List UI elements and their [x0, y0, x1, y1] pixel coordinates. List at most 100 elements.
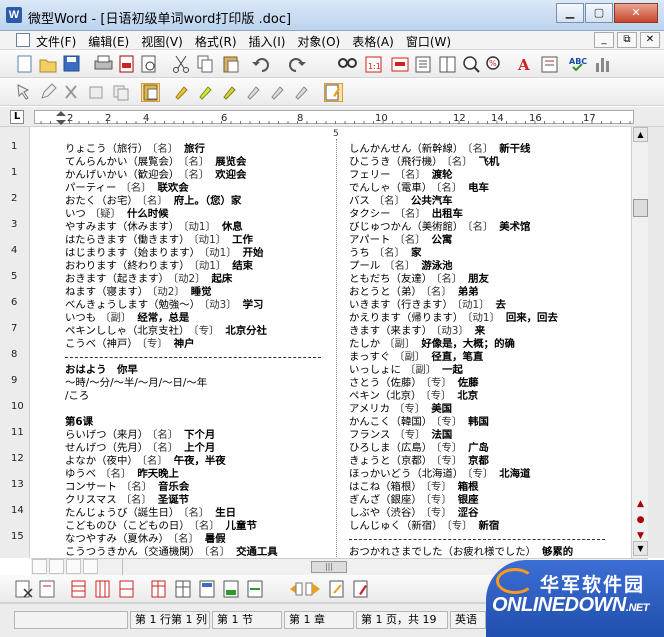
table-style-icon[interactable]: [199, 580, 215, 598]
delete-table-icon[interactable]: [15, 580, 33, 598]
vocab-line: バス 〔名〕 公共汽车: [349, 195, 605, 208]
brush-icon[interactable]: [295, 86, 308, 100]
ruler-tick-label: 2: [67, 113, 73, 124]
two-pages-icon[interactable]: [439, 56, 456, 73]
copy-icon[interactable]: [197, 55, 213, 73]
highlighter-icon[interactable]: [199, 86, 212, 100]
font-color-icon[interactable]: A: [517, 56, 530, 74]
scroll-up-icon[interactable]: ▲: [633, 127, 648, 142]
outline-view-icon[interactable]: [83, 559, 98, 574]
tab-stop-selector[interactable]: L: [10, 110, 24, 124]
edit-object-icon[interactable]: [41, 83, 57, 99]
scroll-down-icon[interactable]: ▼: [633, 541, 648, 556]
vocab-pos-tag: 〔名〕: [141, 195, 168, 207]
vocab-line: はじまります（始まります） 〔动1〕 开始: [65, 247, 321, 260]
open-folder-icon[interactable]: [39, 59, 57, 73]
cut-icon[interactable]: [173, 55, 189, 73]
merge-cells-icon[interactable]: [119, 580, 134, 598]
prev-page-icon[interactable]: ▲: [633, 497, 648, 512]
zoom-icon[interactable]: [463, 56, 480, 73]
move-right-icon[interactable]: [305, 582, 320, 596]
page-view-icon[interactable]: [66, 559, 81, 574]
insert-row-icon[interactable]: [71, 580, 86, 598]
document-icon[interactable]: [16, 33, 30, 47]
whole-page-icon[interactable]: [415, 56, 431, 73]
print-preview-icon[interactable]: [141, 55, 156, 73]
vocab-reading: いつも: [65, 312, 97, 324]
paste-object-icon[interactable]: [143, 84, 158, 101]
menu-item-1[interactable]: 编辑(E): [88, 33, 129, 50]
chart-icon[interactable]: [596, 58, 609, 72]
table-format-icon[interactable]: [223, 580, 239, 598]
vocab-line: やすみます（休みます） 〔动1〕 休息: [65, 221, 321, 234]
doc-close-button[interactable]: ✕: [640, 32, 660, 48]
hscroll-thumb[interactable]: |||: [311, 561, 347, 573]
vocab-meaning: 什么时候: [126, 208, 169, 220]
scroll-thumb[interactable]: [633, 199, 648, 217]
redo-icon[interactable]: [289, 58, 306, 72]
vocab-pos-tag: 〔副〕: [100, 312, 132, 324]
edit-table-icon[interactable]: [353, 580, 368, 598]
minimize-button[interactable]: ▁: [556, 3, 584, 23]
undo-icon[interactable]: [252, 58, 269, 72]
copy-object-icon[interactable]: [113, 85, 129, 101]
table-export-icon[interactable]: [329, 580, 344, 598]
ruler-tick-label: 14: [491, 113, 504, 124]
vertical-scrollbar[interactable]: ▲ ▲ ● ▼ ▼: [631, 127, 648, 558]
table-props-icon[interactable]: [39, 580, 55, 598]
find-icon[interactable]: [338, 58, 357, 68]
spellcheck-icon[interactable]: ABC: [569, 57, 587, 72]
pen-icon[interactable]: [247, 86, 260, 100]
shape-icon[interactable]: [89, 86, 103, 99]
eraser-icon[interactable]: [271, 86, 284, 100]
zoom-percent-icon[interactable]: %: [486, 56, 500, 70]
table-grid-icon[interactable]: [175, 580, 191, 598]
vocab-pos-tag: 〔名〕: [394, 208, 426, 220]
vruler-mark: 1: [11, 141, 18, 152]
maximize-button[interactable]: ▢: [585, 3, 613, 23]
insert-column-icon[interactable]: [95, 580, 110, 598]
marker-icon[interactable]: [223, 86, 236, 100]
indent-marker-icon[interactable]: [56, 111, 66, 125]
vocab-reading: てんらんかい（展覧会）: [65, 156, 180, 168]
menu-item-0[interactable]: 文件(F): [36, 33, 76, 50]
select-browse-object-icon[interactable]: ●: [633, 513, 648, 528]
save-icon[interactable]: [63, 55, 80, 72]
document-page[interactable]: 5 りょこう（旅行） 〔名〕 旅行 てんらんかい（展覧会） 〔名〕 展览会 かんげいかい（歓…: [31, 127, 631, 558]
vocab-pos-tag: 〔名〕: [141, 455, 168, 467]
menu-item-5[interactable]: 对象(O): [297, 33, 340, 50]
vocab-line: きょうと（京都） 〔专〕 京都: [349, 455, 605, 468]
delete-object-icon[interactable]: [65, 85, 77, 99]
edit-document-icon[interactable]: [325, 84, 340, 101]
star-pen-icon[interactable]: [175, 86, 188, 100]
menu-item-2[interactable]: 视图(V): [141, 33, 183, 50]
menu-item-4[interactable]: 插入(I): [249, 33, 286, 50]
vocab-line: ぎんざ（銀座） 〔专〕 银座: [349, 494, 605, 507]
ruler-bar[interactable]: 2 2 4 6 8 10 12 14 16 17: [34, 110, 634, 125]
new-document-icon[interactable]: [17, 55, 32, 73]
auto-fit-icon[interactable]: [247, 580, 263, 598]
close-button[interactable]: ✕: [614, 3, 658, 23]
format-icon[interactable]: [541, 56, 558, 73]
vocab-pos-tag: 〔名〕: [436, 273, 463, 285]
move-left-icon[interactable]: [290, 582, 303, 596]
page-number-icon[interactable]: 1:1: [365, 56, 382, 73]
normal-view-icon[interactable]: [32, 559, 47, 574]
pdf-icon[interactable]: [119, 55, 134, 73]
web-view-icon[interactable]: [49, 559, 64, 574]
site-watermark-logo: 华军软件园 ONLINEDOWN.NET: [486, 560, 664, 637]
menu-item-3[interactable]: 格式(R): [195, 33, 237, 50]
paste-icon[interactable]: [223, 56, 239, 73]
menu-item-6[interactable]: 表格(A): [352, 33, 394, 50]
doc-restore-button[interactable]: ⧉: [617, 32, 637, 48]
word-app-icon[interactable]: W: [6, 7, 22, 23]
select-object-icon[interactable]: [17, 84, 30, 100]
menu-item-7[interactable]: 窗口(W): [406, 33, 451, 50]
horizontal-ruler[interactable]: L 2 2 4 6 8 10 12 14 16 17: [0, 107, 664, 127]
vocab-meaning: 出租车: [431, 208, 463, 220]
print-icon[interactable]: [94, 55, 113, 70]
vertical-ruler[interactable]: 1 1 2 3 4 5 6 7 8 9 10 11 12 13 14 15: [0, 127, 30, 558]
doc-minimize-button[interactable]: _: [594, 32, 614, 48]
split-cells-icon[interactable]: [151, 580, 166, 598]
page-width-icon[interactable]: [391, 57, 409, 72]
